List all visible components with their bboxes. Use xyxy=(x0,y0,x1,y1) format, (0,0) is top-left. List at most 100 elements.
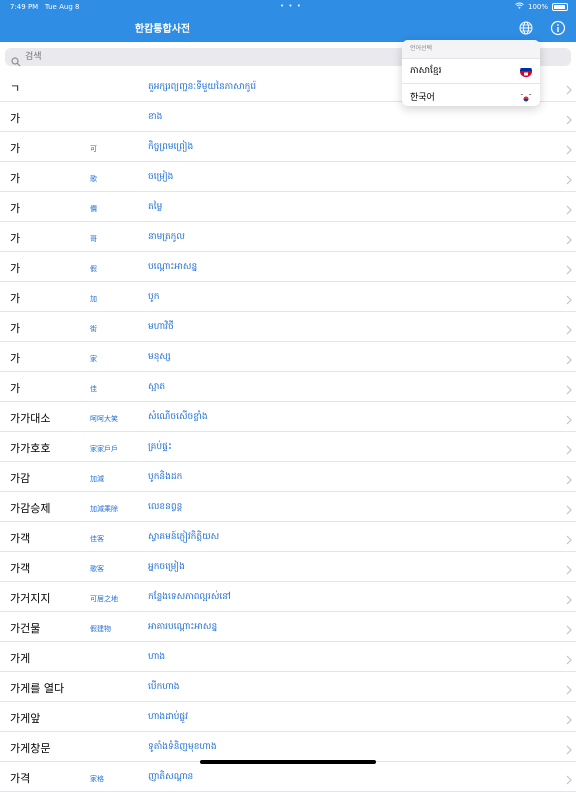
chevron-right-icon xyxy=(566,260,572,275)
page-title: 한캄통합사전 xyxy=(134,24,191,35)
meaning-label: លេខនព្វន្ត xyxy=(148,502,183,512)
list-item[interactable]: 가 ខាង xyxy=(0,102,576,132)
list-item[interactable]: 가가호호 家家戶戶 គ្រប់ផ្ទះ xyxy=(0,432,576,462)
list-item[interactable]: 가 家 មនុស្ស xyxy=(0,342,576,372)
meaning-label: បណ្តោះអាសន្ន xyxy=(148,262,198,272)
meaning-label: កន្លែងទេសភាពល្អរស់នៅ xyxy=(148,592,231,602)
language-label: 한국어 xyxy=(410,93,435,103)
meaning-label: បើកហាង xyxy=(148,682,180,692)
word-label: 가게앞 xyxy=(10,712,41,725)
list-item[interactable]: 가게창문 ទូតាំងទំនិញមុខហាង xyxy=(0,732,576,762)
hanja-label: 價 xyxy=(90,205,97,213)
status-time: 7:49 PM Tue Aug 8 xyxy=(10,3,80,11)
meaning-label: មនុស្ស xyxy=(148,352,171,362)
multitask-dots[interactable]: • • • xyxy=(280,2,302,10)
list-item[interactable]: 가가대소 呵呵大笑 សំណើចសើចខ្លាំង xyxy=(0,402,576,432)
list-item[interactable]: 가 價 តម្លៃ xyxy=(0,192,576,222)
chevron-right-icon xyxy=(566,470,572,485)
word-label: ㄱ xyxy=(10,82,21,95)
chevron-right-icon xyxy=(566,620,572,635)
home-indicator[interactable] xyxy=(200,760,376,764)
chevron-right-icon xyxy=(566,140,572,155)
word-label: 가 xyxy=(10,262,21,275)
meaning-label: សំណើចសើចខ្លាំង xyxy=(148,412,208,422)
chevron-right-icon xyxy=(566,410,572,425)
chevron-right-icon xyxy=(566,110,572,125)
list-item[interactable]: 가격 家格 ញាតិសណ្តាន xyxy=(0,762,576,792)
word-label: 가게창문 xyxy=(10,742,51,755)
language-label: ភាសាខ្មែរ xyxy=(410,66,442,76)
globe-icon[interactable] xyxy=(518,20,534,36)
word-label: 가 xyxy=(10,112,21,125)
list-item[interactable]: 가 加 បូក xyxy=(0,282,576,312)
meaning-label: កិច្ចព្រមព្រៀង xyxy=(148,142,194,152)
word-label: 가감승제 xyxy=(10,502,51,515)
list-item[interactable]: 가 佳 ស្អាត xyxy=(0,372,576,402)
chevron-right-icon xyxy=(566,170,572,185)
list-item[interactable]: 가게를 열다 បើកហាង xyxy=(0,672,576,702)
hanja-label: 歌 xyxy=(90,175,97,183)
list-item[interactable]: 가 假 បណ្តោះអាសន្ន xyxy=(0,252,576,282)
list-item[interactable]: 가게 ហាង xyxy=(0,642,576,672)
chevron-right-icon xyxy=(566,770,572,785)
language-option-khmer[interactable]: ភាសាខ្មែរ xyxy=(402,59,540,84)
chevron-right-icon xyxy=(566,560,572,575)
word-label: 가격 xyxy=(10,772,31,785)
chevron-right-icon xyxy=(566,500,572,515)
app-header: 7:49 PM Tue Aug 8 • • • 100% 한캄통합사전 xyxy=(0,0,576,42)
list-item[interactable]: 가감 加減 បូកនិងដក xyxy=(0,462,576,492)
hanja-label: 家家戶戶 xyxy=(90,445,118,453)
chevron-right-icon xyxy=(566,320,572,335)
chevron-right-icon xyxy=(566,230,572,245)
word-label: 가 xyxy=(10,232,21,245)
hanja-label: 哥 xyxy=(90,235,97,243)
meaning-label: អាគារបណ្តោះអាសន្ន xyxy=(148,622,218,632)
hanja-label: 歌客 xyxy=(90,565,104,573)
chevron-right-icon xyxy=(566,200,572,215)
list-item[interactable]: 가객 歌客 អ្នកចម្រៀង xyxy=(0,552,576,582)
meaning-label: ទូតាំងទំនិញមុខហាង xyxy=(148,742,217,752)
list-item[interactable]: 가 街 មហាវិថី xyxy=(0,312,576,342)
language-option-korean[interactable]: 한국어 xyxy=(402,84,540,106)
dropdown-header: 언어선택 xyxy=(402,40,540,59)
hanja-label: 加減 xyxy=(90,475,104,483)
meaning-label: មហាវិថី xyxy=(148,322,174,332)
meaning-label: តួអក្សរព្យញ្ជនៈទីមួយនៃភាសាកូរ៉េ xyxy=(148,82,257,92)
chevron-right-icon xyxy=(566,440,572,455)
list-item[interactable]: 가 可 កិច្ចព្រមព្រៀង xyxy=(0,132,576,162)
hanja-label: 呵呵大笑 xyxy=(90,415,118,423)
list-item[interactable]: 가거지지 可居之地 កន្លែងទេសភាពល្អរស់នៅ xyxy=(0,582,576,612)
hanja-label: 佳 xyxy=(90,385,97,393)
meaning-label: គ្រប់ផ្ទះ xyxy=(148,442,172,452)
word-label: 가게 xyxy=(10,652,31,665)
list-item[interactable]: 가감승제 加減乘除 លេខនព្វន្ត xyxy=(0,492,576,522)
chevron-right-icon xyxy=(566,680,572,695)
chevron-right-icon xyxy=(566,650,572,665)
list-item[interactable]: 가게앞 ហាងដាប់ផ្លូវ xyxy=(0,702,576,732)
chevron-right-icon xyxy=(566,380,572,395)
meaning-label: ញាតិសណ្តាន xyxy=(148,772,194,782)
word-label: 가 xyxy=(10,382,21,395)
hanja-label: 加 xyxy=(90,295,97,303)
hanja-label: 可居之地 xyxy=(90,595,118,603)
word-label: 가거지지 xyxy=(10,592,51,605)
list-item[interactable]: 가 哥 នាមត្រកូល xyxy=(0,222,576,252)
search-input[interactable] xyxy=(21,51,227,63)
language-dropdown: 언어선택 ភាសាខ្មែរ 한국어 xyxy=(402,40,540,106)
chevron-right-icon xyxy=(566,590,572,605)
meaning-label: បូកនិងដក xyxy=(148,472,183,482)
korea-flag-icon xyxy=(520,90,532,102)
cambodia-flag-icon xyxy=(520,65,532,77)
hanja-label: 家 xyxy=(90,355,97,363)
list-item[interactable]: 가객 佳客 ស្វាគមន៍ភ្ញៀវកិត្តិយស xyxy=(0,522,576,552)
hanja-label: 街 xyxy=(90,325,97,333)
list-item[interactable]: 가건물 假建物 អាគារបណ្តោះអាសន្ន xyxy=(0,612,576,642)
info-icon[interactable] xyxy=(550,20,566,36)
meaning-label: ហាង xyxy=(148,652,166,662)
battery-percent: 100% xyxy=(527,2,548,11)
chevron-right-icon xyxy=(566,80,572,95)
word-label: 가 xyxy=(10,142,21,155)
meaning-label: ហាងដាប់ផ្លូវ xyxy=(148,712,188,722)
list-item[interactable]: 가 歌 ចម្រៀង xyxy=(0,162,576,192)
chevron-right-icon xyxy=(566,530,572,545)
